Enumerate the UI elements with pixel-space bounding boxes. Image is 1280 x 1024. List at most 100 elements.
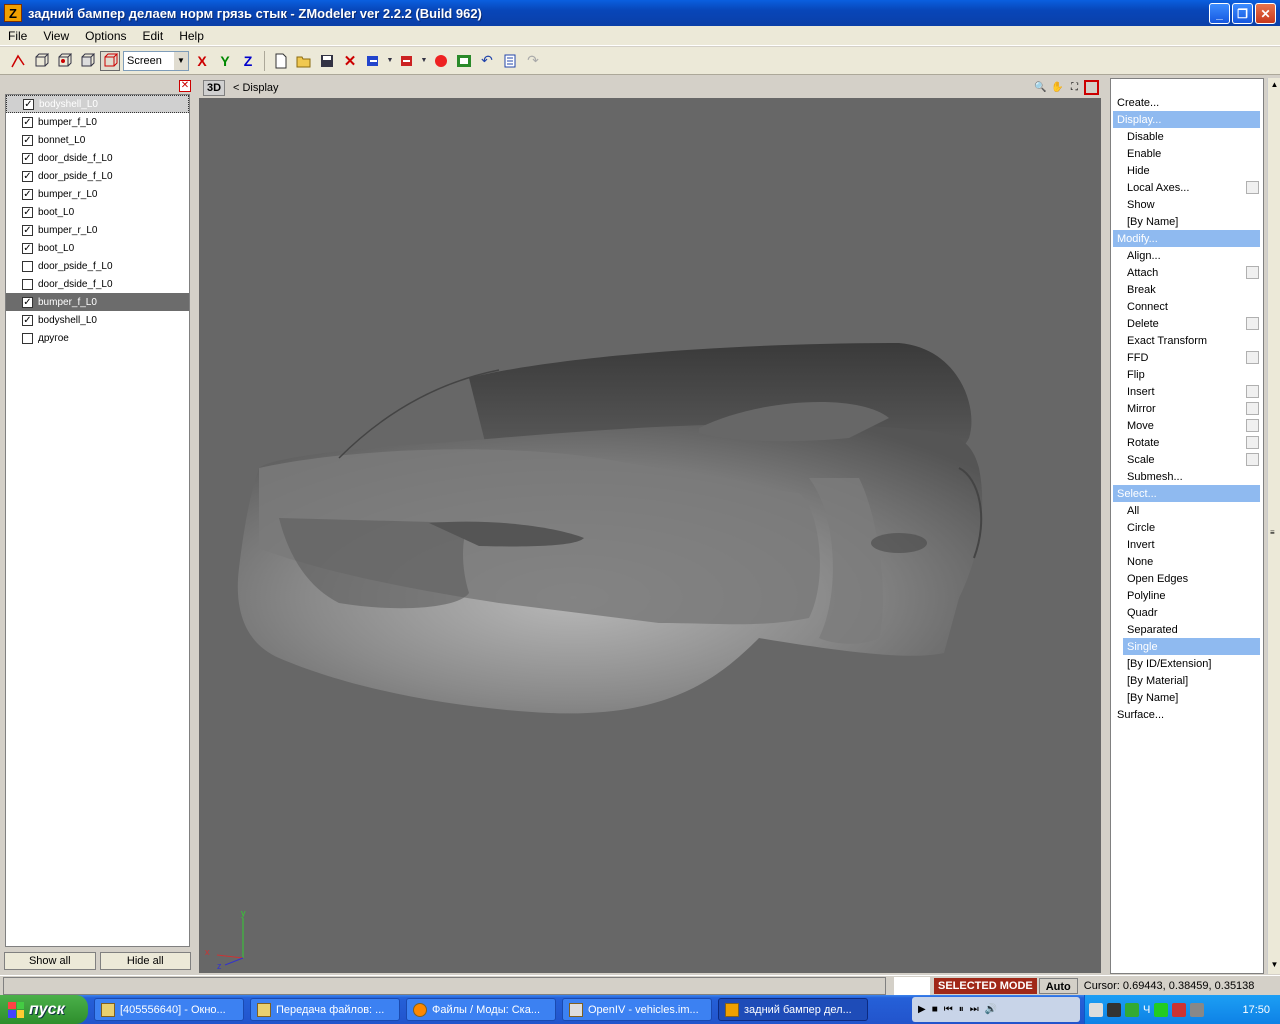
- material-editor-icon[interactable]: [454, 51, 474, 71]
- command-by-material[interactable]: [By Material]: [1111, 672, 1263, 689]
- command-single[interactable]: Single: [1123, 638, 1260, 655]
- checkbox-icon[interactable]: [22, 278, 33, 290]
- command-insert[interactable]: Insert: [1111, 383, 1263, 400]
- dropdown-arrow-icon[interactable]: ▼: [420, 51, 428, 71]
- next-icon[interactable]: ⏭: [970, 1004, 979, 1015]
- command-open-edges[interactable]: Open Edges: [1111, 570, 1263, 587]
- stop-icon[interactable]: ■: [932, 1004, 938, 1015]
- object-item[interactable]: другое: [6, 329, 189, 347]
- axis-x-toggle[interactable]: X: [192, 51, 212, 71]
- select-all-objects-icon[interactable]: [100, 50, 120, 71]
- command-hide[interactable]: Hide: [1111, 162, 1263, 179]
- menu-help[interactable]: Help: [171, 29, 212, 43]
- command-none[interactable]: None: [1111, 553, 1263, 570]
- pan-hand-icon[interactable]: ✋: [1050, 80, 1065, 95]
- command-by-name[interactable]: [By Name]: [1111, 689, 1263, 706]
- object-item[interactable]: ✓ bodyshell_L0: [6, 95, 189, 113]
- scroll-up-icon[interactable]: ▲: [1269, 80, 1280, 91]
- options-box-icon[interactable]: [1246, 351, 1259, 364]
- tray-antivirus-icon[interactable]: [1172, 1002, 1187, 1017]
- command-scale[interactable]: Scale: [1111, 451, 1263, 468]
- close-icon[interactable]: ✕: [179, 80, 191, 92]
- command-delete[interactable]: Delete: [1111, 315, 1263, 332]
- tray-app-icon[interactable]: [1107, 1002, 1121, 1017]
- language-indicator[interactable]: Ч: [1143, 1004, 1150, 1016]
- command-exact-transform[interactable]: Exact Transform: [1111, 332, 1263, 349]
- command-polyline[interactable]: Polyline: [1111, 587, 1263, 604]
- command-create[interactable]: Create...: [1111, 94, 1263, 111]
- command-flip[interactable]: Flip: [1111, 366, 1263, 383]
- new-file-icon[interactable]: [271, 51, 291, 71]
- command-align[interactable]: Align...: [1111, 247, 1263, 264]
- command-attach[interactable]: Attach: [1111, 264, 1263, 281]
- taskbar-item[interactable]: Файлы / Моды: Ска...: [406, 998, 556, 1021]
- command-modify[interactable]: Modify...: [1113, 230, 1260, 247]
- checkbox-icon[interactable]: ✓: [22, 170, 33, 182]
- options-box-icon[interactable]: [1246, 419, 1259, 432]
- options-box-icon[interactable]: [1246, 317, 1259, 330]
- pause-icon[interactable]: ⏸: [959, 1004, 964, 1015]
- save-icon[interactable]: [317, 51, 337, 71]
- 3d-viewport[interactable]: y x z: [199, 98, 1101, 973]
- zoom-icon[interactable]: 🔍: [1033, 80, 1048, 95]
- checkbox-icon[interactable]: ✓: [22, 314, 33, 326]
- command-break[interactable]: Break: [1111, 281, 1263, 298]
- menu-view[interactable]: View: [35, 29, 77, 43]
- taskbar-item[interactable]: OpenIV - vehicles.im...: [562, 998, 712, 1021]
- options-box-icon[interactable]: [1246, 385, 1259, 398]
- checkbox-icon[interactable]: ✓: [22, 224, 33, 236]
- viewport-mode-label[interactable]: 3D: [203, 80, 225, 96]
- command-by-id-extension[interactable]: [By ID/Extension]: [1111, 655, 1263, 672]
- checkbox-icon[interactable]: ✓: [22, 296, 33, 308]
- volume-icon[interactable]: 🔊: [985, 1004, 997, 1015]
- command-enable[interactable]: Enable: [1111, 145, 1263, 162]
- object-item[interactable]: ✓ boot_L0: [6, 239, 189, 257]
- options-box-icon[interactable]: [1246, 436, 1259, 449]
- command-rotate[interactable]: Rotate: [1111, 434, 1263, 451]
- zmodeler-app-icon[interactable]: Z: [4, 4, 22, 22]
- options-box-icon[interactable]: [1246, 266, 1259, 279]
- taskbar-item[interactable]: Передача файлов: ...: [250, 998, 400, 1021]
- undo-icon[interactable]: ↶: [477, 51, 497, 71]
- command-circle[interactable]: Circle: [1111, 519, 1263, 536]
- maximize-view-icon[interactable]: ⛶: [1067, 80, 1082, 95]
- auto-mode-indicator[interactable]: Auto: [1038, 977, 1078, 994]
- render-icon[interactable]: [431, 51, 451, 71]
- open-folder-icon[interactable]: [294, 51, 314, 71]
- command-separated[interactable]: Separated: [1111, 621, 1263, 638]
- command-all[interactable]: All: [1111, 502, 1263, 519]
- object-item[interactable]: ✓ bonnet_L0: [6, 131, 189, 149]
- command-by-name[interactable]: [By Name]: [1111, 213, 1263, 230]
- redo-icon[interactable]: ↷: [523, 51, 543, 71]
- checkbox-icon[interactable]: [22, 332, 33, 344]
- axis-z-toggle[interactable]: Z: [238, 51, 258, 71]
- command-move[interactable]: Move: [1111, 417, 1263, 434]
- object-item[interactable]: door_pside_f_L0: [6, 257, 189, 275]
- command-disable[interactable]: Disable: [1111, 128, 1263, 145]
- checkbox-icon[interactable]: ✓: [23, 98, 34, 110]
- options-box-icon[interactable]: [1246, 402, 1259, 415]
- tray-security-icon[interactable]: [1154, 1002, 1169, 1017]
- full-view-icon[interactable]: [1084, 80, 1099, 95]
- tray-expand-icon[interactable]: [1089, 1002, 1103, 1017]
- command-show[interactable]: Show: [1111, 196, 1263, 213]
- previous-icon[interactable]: ⏮: [944, 1004, 953, 1015]
- object-item[interactable]: door_dside_f_L0: [6, 275, 189, 293]
- object-item-selected[interactable]: ✓ bumper_f_L0: [6, 293, 189, 311]
- import-icon[interactable]: [363, 51, 383, 71]
- scroll-down-icon[interactable]: ▼: [1269, 960, 1280, 971]
- delete-icon[interactable]: ✕: [340, 51, 360, 71]
- checkbox-icon[interactable]: ✓: [22, 242, 33, 254]
- object-item[interactable]: ✓ bumper_r_L0: [6, 185, 189, 203]
- taskbar-item[interactable]: [405556640] - Окно...: [94, 998, 244, 1021]
- menu-file[interactable]: File: [0, 29, 35, 43]
- select-object-icon[interactable]: [77, 51, 97, 71]
- checkbox-icon[interactable]: ✓: [22, 116, 33, 128]
- checkbox-icon[interactable]: ✓: [22, 206, 33, 218]
- command-select[interactable]: Select...: [1113, 485, 1260, 502]
- media-menu-icon[interactable]: ▶: [918, 1004, 926, 1015]
- command-connect[interactable]: Connect: [1111, 298, 1263, 315]
- tray-network-icon[interactable]: [1125, 1002, 1139, 1017]
- show-all-button[interactable]: Show all: [4, 952, 96, 970]
- command-invert[interactable]: Invert: [1111, 536, 1263, 553]
